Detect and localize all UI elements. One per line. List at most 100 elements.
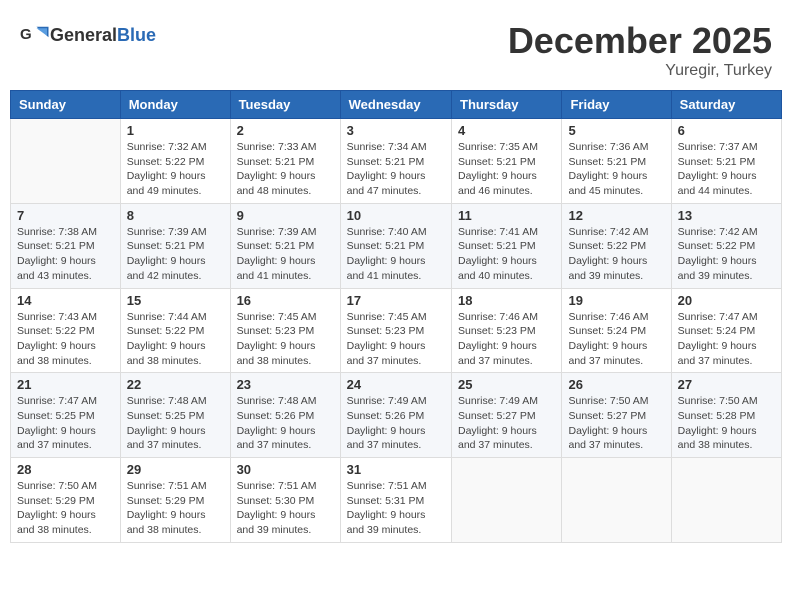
day-number: 30 (237, 462, 334, 477)
day-info: Sunrise: 7:49 AMSunset: 5:26 PMDaylight:… (347, 394, 445, 453)
calendar-cell: 9 Sunrise: 7:39 AMSunset: 5:21 PMDaylight… (230, 203, 340, 288)
calendar-cell: 23Sunrise: 7:48 AMSunset: 5:26 PMDayligh… (230, 373, 340, 458)
calendar-cell: 19 Sunrise: 7:46 AMSunset: 5:24 PMDayligh… (562, 288, 671, 373)
day-info: Sunrise: 7:43 AMSunset: 5:22 PMDaylight:… (17, 310, 114, 369)
day-number: 14 (17, 293, 114, 308)
day-info: Sunrise: 7:35 AMSunset: 5:21 PMDaylight:… (458, 140, 555, 199)
calendar-cell: 14 Sunrise: 7:43 AMSunset: 5:22 PMDayligh… (11, 288, 121, 373)
calendar-header-row: Sunday Monday Tuesday Wednesday Thursday… (11, 91, 782, 119)
calendar-cell: 15 Sunrise: 7:44 AMSunset: 5:22 PMDayligh… (120, 288, 230, 373)
calendar-week-row: 14 Sunrise: 7:43 AMSunset: 5:22 PMDayligh… (11, 288, 782, 373)
day-info: Sunrise: 7:46 AMSunset: 5:23 PMDaylight:… (458, 310, 555, 369)
calendar-cell: 6 Sunrise: 7:37 AMSunset: 5:21 PMDaylight… (671, 119, 781, 204)
day-info: Sunrise: 7:32 AMSunset: 5:22 PMDaylight:… (127, 140, 224, 199)
day-info: Sunrise: 7:50 AMSunset: 5:28 PMDaylight:… (678, 394, 775, 453)
day-number: 9 (237, 208, 334, 223)
day-number: 21 (17, 377, 114, 392)
calendar-cell: 22 Sunrise: 7:48 AMSunset: 5:25 PMDayligh… (120, 373, 230, 458)
calendar-cell: 7 Sunrise: 7:38 AMSunset: 5:21 PMDaylight… (11, 203, 121, 288)
day-info: Sunrise: 7:47 AMSunset: 5:24 PMDaylight:… (678, 310, 775, 369)
day-number: 22 (127, 377, 224, 392)
day-number: 11 (458, 208, 555, 223)
title-section: December 2025 Yuregir, Turkey (508, 20, 772, 80)
calendar-cell: 30Sunrise: 7:51 AMSunset: 5:30 PMDayligh… (230, 458, 340, 543)
day-number: 26 (568, 377, 664, 392)
calendar-cell (671, 458, 781, 543)
calendar-cell: 2 Sunrise: 7:33 AMSunset: 5:21 PMDaylight… (230, 119, 340, 204)
calendar-week-row: 1 Sunrise: 7:32 AMSunset: 5:22 PMDaylight… (11, 119, 782, 204)
calendar-table: Sunday Monday Tuesday Wednesday Thursday… (10, 90, 782, 543)
calendar-cell: 28Sunrise: 7:50 AMSunset: 5:29 PMDayligh… (11, 458, 121, 543)
calendar-cell: 16 Sunrise: 7:45 AMSunset: 5:23 PMDayligh… (230, 288, 340, 373)
day-info: Sunrise: 7:46 AMSunset: 5:24 PMDaylight:… (568, 310, 664, 369)
calendar-cell: 12 Sunrise: 7:42 AMSunset: 5:22 PMDayligh… (562, 203, 671, 288)
day-number: 12 (568, 208, 664, 223)
day-info: Sunrise: 7:42 AMSunset: 5:22 PMDaylight:… (678, 225, 775, 284)
day-number: 13 (678, 208, 775, 223)
day-number: 20 (678, 293, 775, 308)
col-friday: Friday (562, 91, 671, 119)
day-number: 24 (347, 377, 445, 392)
calendar-cell: 27 Sunrise: 7:50 AMSunset: 5:28 PMDayligh… (671, 373, 781, 458)
logo: G GeneralBlue (20, 20, 156, 50)
calendar-cell: 25Sunrise: 7:49 AMSunset: 5:27 PMDayligh… (452, 373, 562, 458)
day-number: 27 (678, 377, 775, 392)
day-info: Sunrise: 7:42 AMSunset: 5:22 PMDaylight:… (568, 225, 664, 284)
day-number: 31 (347, 462, 445, 477)
calendar-cell (11, 119, 121, 204)
logo-blue: Blue (117, 25, 156, 45)
day-info: Sunrise: 7:50 AMSunset: 5:27 PMDaylight:… (568, 394, 664, 453)
day-info: Sunrise: 7:51 AMSunset: 5:31 PMDaylight:… (347, 479, 445, 538)
day-info: Sunrise: 7:45 AMSunset: 5:23 PMDaylight:… (237, 310, 334, 369)
day-number: 29 (127, 462, 224, 477)
calendar-cell: 3Sunrise: 7:34 AMSunset: 5:21 PMDaylight… (340, 119, 451, 204)
day-number: 15 (127, 293, 224, 308)
calendar-cell: 21 Sunrise: 7:47 AMSunset: 5:25 PMDayligh… (11, 373, 121, 458)
day-info: Sunrise: 7:37 AMSunset: 5:21 PMDaylight:… (678, 140, 775, 199)
day-info: Sunrise: 7:41 AMSunset: 5:21 PMDaylight:… (458, 225, 555, 284)
calendar-cell: 11 Sunrise: 7:41 AMSunset: 5:21 PMDayligh… (452, 203, 562, 288)
col-tuesday: Tuesday (230, 91, 340, 119)
day-number: 2 (237, 123, 334, 138)
calendar-cell: 8 Sunrise: 7:39 AMSunset: 5:21 PMDaylight… (120, 203, 230, 288)
day-info: Sunrise: 7:33 AMSunset: 5:21 PMDaylight:… (237, 140, 334, 199)
col-sunday: Sunday (11, 91, 121, 119)
logo-general: General (50, 25, 117, 45)
calendar-cell: 10Sunrise: 7:40 AMSunset: 5:21 PMDayligh… (340, 203, 451, 288)
day-number: 28 (17, 462, 114, 477)
day-number: 5 (568, 123, 664, 138)
day-info: Sunrise: 7:39 AMSunset: 5:21 PMDaylight:… (237, 225, 334, 284)
calendar-cell (452, 458, 562, 543)
day-info: Sunrise: 7:48 AMSunset: 5:25 PMDaylight:… (127, 394, 224, 453)
svg-text:G: G (20, 26, 32, 43)
day-info: Sunrise: 7:40 AMSunset: 5:21 PMDaylight:… (347, 225, 445, 284)
calendar-cell: 4 Sunrise: 7:35 AMSunset: 5:21 PMDaylight… (452, 119, 562, 204)
day-number: 19 (568, 293, 664, 308)
day-number: 7 (17, 208, 114, 223)
col-thursday: Thursday (452, 91, 562, 119)
day-number: 18 (458, 293, 555, 308)
calendar-cell: 18 Sunrise: 7:46 AMSunset: 5:23 PMDayligh… (452, 288, 562, 373)
day-info: Sunrise: 7:38 AMSunset: 5:21 PMDaylight:… (17, 225, 114, 284)
day-number: 8 (127, 208, 224, 223)
calendar-cell (562, 458, 671, 543)
day-number: 6 (678, 123, 775, 138)
col-wednesday: Wednesday (340, 91, 451, 119)
calendar-week-row: 7 Sunrise: 7:38 AMSunset: 5:21 PMDaylight… (11, 203, 782, 288)
calendar-cell: 31 Sunrise: 7:51 AMSunset: 5:31 PMDayligh… (340, 458, 451, 543)
day-number: 1 (127, 123, 224, 138)
day-info: Sunrise: 7:44 AMSunset: 5:22 PMDaylight:… (127, 310, 224, 369)
day-info: Sunrise: 7:34 AMSunset: 5:21 PMDaylight:… (347, 140, 445, 199)
calendar-cell: 5 Sunrise: 7:36 AMSunset: 5:21 PMDaylight… (562, 119, 671, 204)
calendar-cell: 24 Sunrise: 7:49 AMSunset: 5:26 PMDayligh… (340, 373, 451, 458)
header: G GeneralBlue December 2025 Yuregir, Tur… (10, 10, 782, 85)
day-number: 17 (347, 293, 445, 308)
calendar-cell: 29Sunrise: 7:51 AMSunset: 5:29 PMDayligh… (120, 458, 230, 543)
day-number: 4 (458, 123, 555, 138)
day-info: Sunrise: 7:36 AMSunset: 5:21 PMDaylight:… (568, 140, 664, 199)
day-info: Sunrise: 7:47 AMSunset: 5:25 PMDaylight:… (17, 394, 114, 453)
day-info: Sunrise: 7:39 AMSunset: 5:21 PMDaylight:… (127, 225, 224, 284)
day-number: 16 (237, 293, 334, 308)
calendar-cell: 26 Sunrise: 7:50 AMSunset: 5:27 PMDayligh… (562, 373, 671, 458)
col-saturday: Saturday (671, 91, 781, 119)
